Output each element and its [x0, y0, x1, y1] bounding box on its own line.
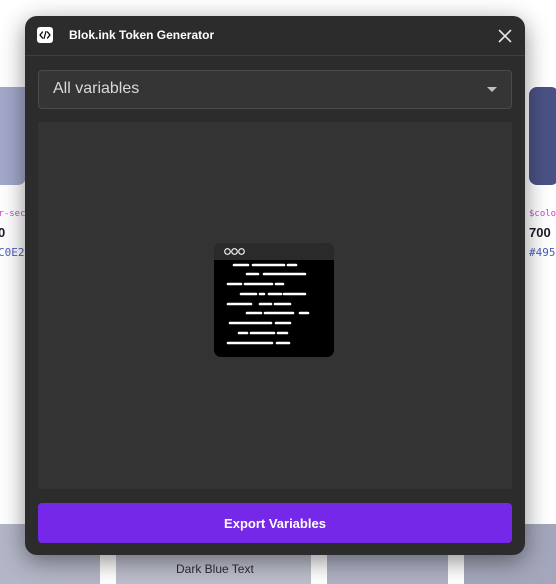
modal-titlebar: Blok.ink Token Generator: [25, 16, 525, 56]
variables-select[interactable]: All variables: [38, 70, 512, 109]
variables-select-value: All variables: [53, 80, 140, 97]
token-name-left: or-sec: [0, 209, 26, 219]
token-name-right: $color: [529, 209, 556, 219]
chevron-down-icon: [487, 87, 497, 92]
code-preview-area: [38, 122, 512, 489]
modal-title: Blok.ink Token Generator: [69, 28, 215, 42]
color-swatch-right: [529, 87, 556, 185]
color-swatch-left: [0, 87, 26, 185]
token-generator-modal: Blok.ink Token Generator All variables E…: [25, 16, 525, 555]
token-hex-left: C0E2: [0, 246, 25, 259]
close-icon[interactable]: [495, 26, 515, 46]
background-card-label: Dark Blue Text: [176, 562, 254, 576]
export-variables-button[interactable]: Export Variables: [38, 503, 512, 543]
code-window-icon: [214, 243, 334, 357]
code-icon: [37, 27, 53, 43]
token-weight-left: 0: [0, 225, 6, 240]
token-weight-right: 700: [529, 225, 551, 240]
token-hex-right: #495: [529, 246, 556, 259]
